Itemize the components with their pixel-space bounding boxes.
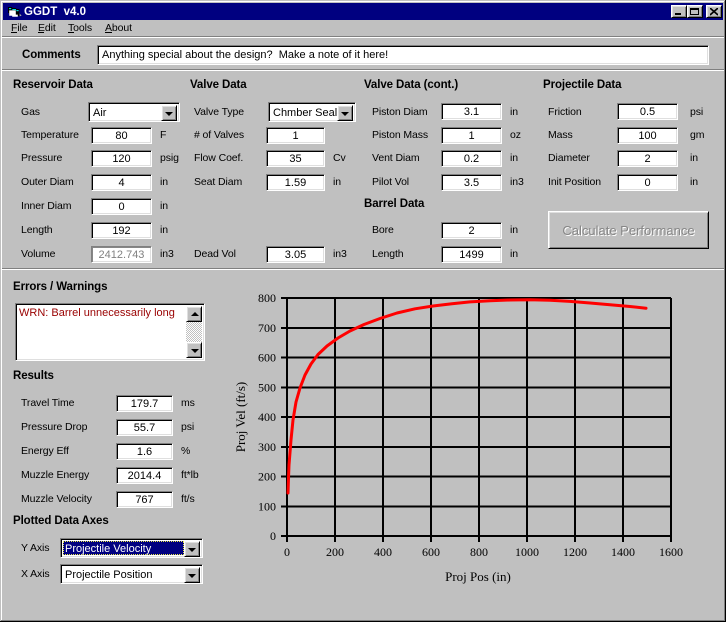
svg-text:600: 600 [258, 351, 276, 365]
svg-text:200: 200 [326, 545, 344, 559]
svg-text:700: 700 [258, 321, 276, 335]
svg-text:300: 300 [258, 440, 276, 454]
svg-text:0: 0 [270, 529, 276, 543]
svg-text:500: 500 [258, 380, 276, 394]
svg-text:100: 100 [258, 499, 276, 513]
svg-text:1000: 1000 [515, 545, 539, 559]
svg-text:1600: 1600 [659, 545, 683, 559]
svg-text:400: 400 [374, 545, 392, 559]
svg-text:200: 200 [258, 470, 276, 484]
svg-text:800: 800 [258, 291, 276, 305]
svg-text:Proj Vel (ft/s): Proj Vel (ft/s) [233, 382, 248, 453]
svg-text:0: 0 [284, 545, 290, 559]
svg-text:800: 800 [470, 545, 488, 559]
svg-text:400: 400 [258, 410, 276, 424]
svg-text:1200: 1200 [563, 545, 587, 559]
svg-text:600: 600 [422, 545, 440, 559]
svg-text:1400: 1400 [611, 545, 635, 559]
svg-text:Proj Pos (in): Proj Pos (in) [445, 569, 511, 584]
